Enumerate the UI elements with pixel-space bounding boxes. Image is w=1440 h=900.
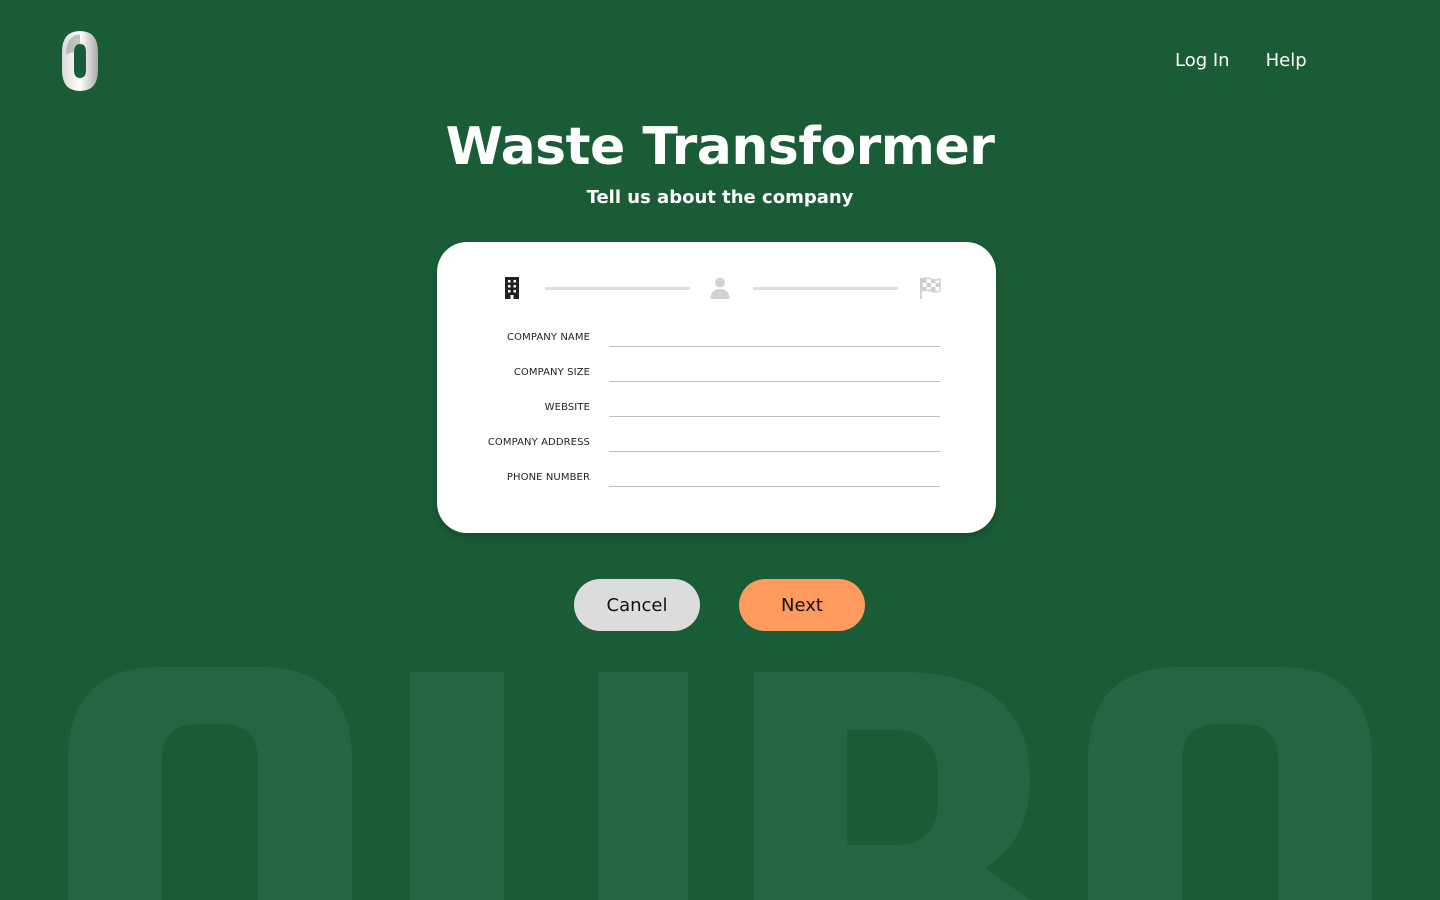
company-name-label: COMPANY NAME: [507, 332, 590, 343]
step-connector: [545, 287, 690, 290]
checkered-flag-icon[interactable]: [919, 276, 941, 300]
phone-number-input[interactable]: [609, 468, 940, 487]
form-row-company-size: COMPANY SIZE: [477, 363, 941, 398]
page-subtitle: Tell us about the company: [586, 187, 854, 208]
form-row-company-name: COMPANY NAME: [477, 328, 941, 363]
next-button[interactable]: Next: [739, 579, 865, 631]
page-title: Waste Transformer: [445, 117, 995, 177]
top-nav: Log In Help: [1175, 48, 1307, 74]
watermark-letter-o: [1088, 667, 1372, 900]
company-form: COMPANY NAME COMPANY SIZE WEBSITE COMPAN…: [477, 328, 941, 503]
help-link[interactable]: Help: [1266, 48, 1307, 74]
form-row-phone-number: PHONE NUMBER: [477, 468, 941, 503]
cancel-button[interactable]: Cancel: [574, 579, 700, 631]
zero-logo[interactable]: [60, 30, 100, 92]
company-address-input[interactable]: [609, 433, 940, 452]
company-name-input[interactable]: [609, 328, 940, 347]
step-connector: [753, 287, 898, 290]
form-row-company-address: COMPANY ADDRESS: [477, 433, 941, 468]
progress-stepper: [503, 276, 943, 300]
building-icon[interactable]: [503, 276, 525, 300]
phone-number-label: PHONE NUMBER: [506, 472, 590, 483]
website-input[interactable]: [609, 398, 940, 417]
company-form-card: COMPANY NAME COMPANY SIZE WEBSITE COMPAN…: [437, 242, 996, 533]
company-address-label: COMPANY ADDRESS: [487, 437, 590, 448]
person-icon[interactable]: [709, 276, 731, 300]
login-link[interactable]: Log In: [1175, 48, 1230, 74]
watermark-letter-u: [410, 672, 688, 900]
watermark-letter-r: [754, 672, 1030, 900]
website-label: WEBSITE: [544, 402, 590, 413]
form-row-website: WEBSITE: [477, 398, 941, 433]
company-size-input[interactable]: [609, 363, 940, 382]
watermark-letter-o: [68, 667, 352, 900]
company-size-label: COMPANY SIZE: [513, 367, 590, 378]
